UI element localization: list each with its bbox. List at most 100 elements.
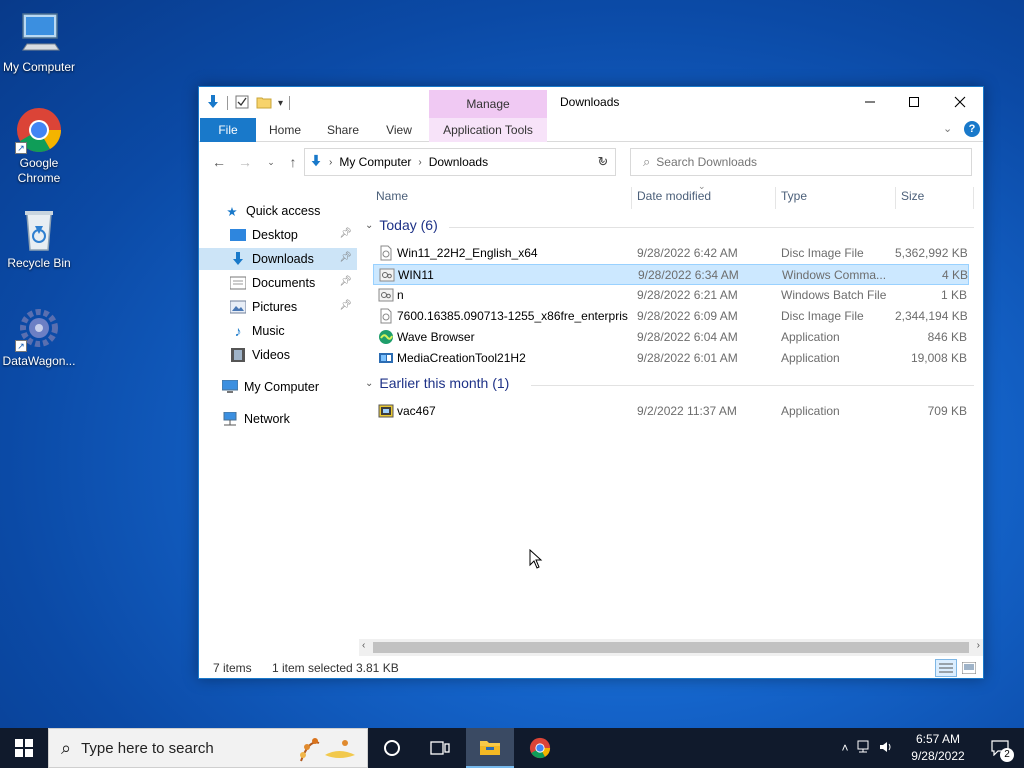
tab-share[interactable]: Share: [321, 118, 365, 142]
sidebar-item-label: My Computer: [244, 380, 320, 394]
file-size: 846 KB: [927, 330, 967, 344]
tab-manage[interactable]: Manage: [429, 90, 547, 118]
table-row[interactable]: Wave Browser 9/28/2022 6:04 AM Applicati…: [373, 327, 969, 348]
shortcut-arrow-icon: ↗: [15, 142, 27, 154]
media-creation-tool-icon: [379, 353, 393, 363]
download-arrow-icon: [309, 154, 323, 171]
scroll-right-icon[interactable]: ›: [977, 640, 980, 651]
windows-logo-icon: [15, 739, 33, 757]
file-type: Application: [781, 330, 840, 344]
status-size: 3.81 KB: [356, 661, 399, 675]
qat-dropdown-icon[interactable]: ▾: [278, 98, 283, 109]
breadcrumb-chevron-icon: ›: [418, 156, 422, 168]
batch-file-icon: [379, 268, 395, 282]
new-folder-icon[interactable]: [256, 94, 272, 113]
sidebar-item-pictures[interactable]: Pictures 📌︎: [199, 296, 357, 318]
breadcrumb-my-computer[interactable]: My Computer: [339, 155, 411, 169]
desktop-icon-label: DataWagon...: [2, 354, 76, 368]
pin-icon[interactable]: 📌︎: [339, 300, 352, 311]
desktop-icon-datawagon[interactable]: ↗ DataWagon...: [1, 304, 77, 369]
refresh-button[interactable]: ↻: [593, 152, 613, 172]
desktop-folder-icon: [229, 227, 247, 243]
sidebar-item-network[interactable]: Network: [199, 408, 357, 430]
search-input[interactable]: [656, 155, 937, 169]
column-header-date-modified[interactable]: Date modified: [637, 183, 711, 209]
group-label: Today (6): [379, 217, 438, 233]
desktop-icon-label: Recycle Bin: [7, 256, 71, 270]
table-row[interactable]: WIN11 9/28/2022 6:34 AM Windows Comma...…: [373, 264, 969, 285]
chevron-up-icon[interactable]: ˄: [841, 741, 848, 755]
documents-icon: [229, 275, 247, 291]
help-icon[interactable]: ?: [964, 121, 980, 137]
ribbon-expand-icon[interactable]: ⌄: [943, 122, 952, 135]
pin-icon[interactable]: 📌︎: [339, 228, 352, 239]
desktop-icon-google-chrome[interactable]: ↗ Google Chrome: [1, 106, 77, 186]
sidebar-item-label: Music: [252, 324, 285, 338]
sidebar-item-music[interactable]: ♪ Music: [199, 320, 357, 342]
table-row[interactable]: n 9/28/2022 6:21 AM Windows Batch File 1…: [373, 285, 969, 306]
breadcrumb-downloads[interactable]: Downloads: [429, 155, 488, 169]
desktop-icon-label: Google Chrome: [17, 156, 61, 185]
tab-application-tools[interactable]: Application Tools: [429, 118, 547, 142]
back-button[interactable]: ←: [209, 152, 229, 172]
recent-locations-icon[interactable]: ⌄: [261, 152, 281, 172]
desktop-icon-recycle-bin[interactable]: Recycle Bin: [1, 206, 77, 271]
scroll-left-icon[interactable]: ‹: [362, 640, 365, 651]
sidebar-item-quick-access[interactable]: ★ Quick access: [199, 200, 357, 222]
status-item-count: 7 items: [213, 661, 252, 675]
horizontal-scrollbar[interactable]: ‹ ›: [359, 639, 983, 656]
up-button[interactable]: ↑: [283, 152, 303, 172]
sidebar-item-documents[interactable]: Documents 📌︎: [199, 272, 357, 294]
sidebar-item-downloads[interactable]: Downloads 📌︎: [199, 248, 357, 270]
cortana-button[interactable]: [368, 728, 416, 768]
table-row[interactable]: MediaCreationTool21H2 9/28/2022 6:01 AM …: [373, 348, 969, 369]
tab-home[interactable]: Home: [263, 118, 307, 142]
folder-icon: [480, 741, 500, 755]
tab-view[interactable]: View: [379, 118, 419, 142]
properties-icon[interactable]: [234, 94, 250, 113]
volume-icon[interactable]: [878, 740, 894, 757]
column-header-name[interactable]: Name: [376, 183, 408, 209]
pin-icon[interactable]: 📌︎: [339, 252, 352, 263]
sidebar-item-my-computer[interactable]: My Computer: [199, 376, 357, 398]
breadcrumb-chevron-icon: ›: [329, 156, 333, 168]
close-button[interactable]: [937, 87, 983, 117]
table-row[interactable]: vac467 9/2/2022 11:37 AM Application 709…: [373, 401, 969, 422]
file-list: Name ⌄ Date modified Type Size ⌄ Today (…: [359, 181, 983, 643]
table-row[interactable]: Win11_22H2_English_x64 9/28/2022 6:42 AM…: [373, 243, 969, 264]
maximize-button[interactable]: [891, 87, 937, 117]
wave-browser-icon: [379, 330, 393, 344]
group-header-today[interactable]: ⌄ Today (6): [365, 217, 438, 233]
column-header-size[interactable]: Size: [901, 183, 924, 209]
address-bar[interactable]: › My Computer › Downloads ⌄: [304, 148, 616, 176]
large-icons-view-icon[interactable]: [959, 659, 979, 677]
file-date: 9/28/2022 6:04 AM: [637, 330, 738, 344]
mouse-cursor-icon: [529, 548, 543, 572]
scrollbar-thumb[interactable]: [373, 642, 969, 653]
column-header-type[interactable]: Type: [781, 183, 807, 209]
status-bar: 7 items 1 item selected 3.81 KB: [199, 657, 983, 679]
table-row[interactable]: 7600.16385.090713-1255_x86fre_enterpris.…: [373, 306, 969, 327]
details-view-icon[interactable]: [935, 659, 957, 677]
pin-icon[interactable]: 📌︎: [339, 276, 352, 287]
divider: [973, 187, 974, 209]
chevron-down-icon: ⌄: [365, 377, 374, 389]
title-bar: ▾ Manage Downloads: [199, 87, 983, 118]
forward-button[interactable]: →: [235, 152, 255, 172]
minimize-button[interactable]: [847, 87, 893, 117]
taskbar-clock[interactable]: 6:57 AM 9/28/2022: [898, 731, 978, 765]
network-icon[interactable]: [855, 740, 871, 757]
start-button[interactable]: [0, 728, 48, 768]
sidebar-item-videos[interactable]: Videos: [199, 344, 357, 366]
sidebar-item-desktop[interactable]: Desktop 📌︎: [199, 224, 357, 246]
taskbar-search-box[interactable]: ⌕ Type here to search: [48, 728, 368, 768]
group-header-earlier-this-month[interactable]: ⌄ Earlier this month (1): [365, 375, 509, 391]
desktop-icon-my-computer[interactable]: My Computer: [1, 10, 77, 75]
taskbar-file-explorer-button[interactable]: [466, 728, 514, 768]
taskbar-chrome-button[interactable]: [516, 728, 564, 768]
task-view-button[interactable]: [416, 728, 464, 768]
tab-file[interactable]: File: [200, 118, 256, 142]
file-type: Disc Image File: [781, 309, 864, 323]
notification-center-button[interactable]: 2: [976, 728, 1024, 768]
file-size: 4 KB: [941, 268, 968, 282]
